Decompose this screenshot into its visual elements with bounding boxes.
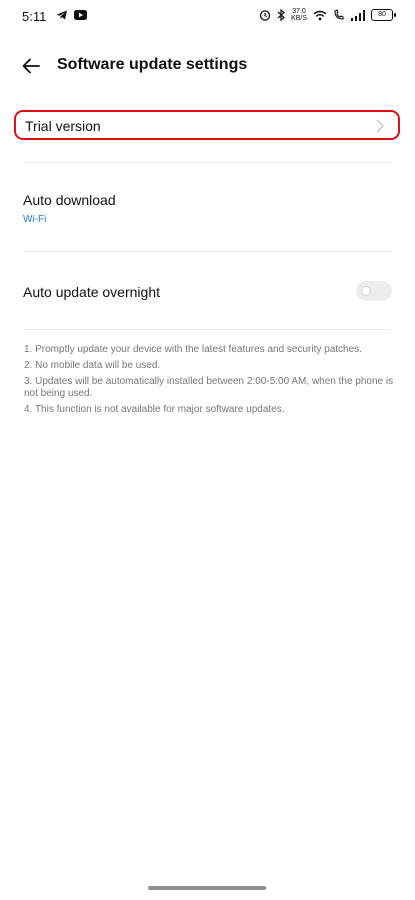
- auto-download-value: Wi-Fi: [23, 214, 47, 225]
- wifi-icon: [313, 10, 327, 20]
- back-arrow-icon[interactable]: [18, 53, 44, 79]
- page-title: Software update settings: [57, 56, 248, 73]
- trial-version-row[interactable]: Trial version: [14, 110, 400, 140]
- network-speed: 37.0 KB/S: [291, 8, 307, 22]
- status-left-icons: [56, 9, 87, 21]
- info-notes: 1. Promptly update your device with the …: [24, 344, 394, 420]
- status-bar: 5:11 37.0 KB/S 80: [0, 0, 415, 32]
- trial-version-label: Trial version: [25, 118, 101, 134]
- divider: [24, 329, 391, 330]
- toggle-knob: [361, 286, 371, 296]
- youtube-icon: [74, 10, 87, 20]
- note-item: 3. Updates will be automatically install…: [24, 376, 394, 399]
- divider: [24, 162, 391, 163]
- status-time: 5:11: [22, 9, 47, 24]
- auto-update-overnight-toggle[interactable]: [356, 281, 392, 301]
- auto-download-row[interactable]: Auto download Wi-Fi: [14, 190, 400, 238]
- auto-update-overnight-row: Auto update overnight: [14, 280, 400, 306]
- app-header: Software update settings: [0, 46, 415, 86]
- speed-value: 37.0: [292, 8, 306, 15]
- auto-update-overnight-label: Auto update overnight: [23, 284, 160, 300]
- battery-indicator: 80: [371, 9, 396, 21]
- note-item: 2. No mobile data will be used.: [24, 360, 161, 371]
- alarm-icon: [259, 10, 271, 21]
- signal-icon: [351, 9, 365, 21]
- bluetooth-icon: [277, 9, 285, 21]
- note-item: 4. This function is not available for ma…: [24, 404, 285, 415]
- divider: [24, 251, 391, 252]
- home-indicator[interactable]: [148, 886, 266, 890]
- status-right-icons: 37.0 KB/S 80: [259, 8, 396, 22]
- note-item: 1. Promptly update your device with the …: [24, 344, 362, 355]
- chevron-right-icon: [376, 119, 384, 133]
- wifi-call-icon: [334, 9, 344, 20]
- speed-unit: KB/S: [291, 15, 307, 22]
- telegram-icon: [57, 10, 67, 20]
- auto-download-label: Auto download: [23, 192, 116, 208]
